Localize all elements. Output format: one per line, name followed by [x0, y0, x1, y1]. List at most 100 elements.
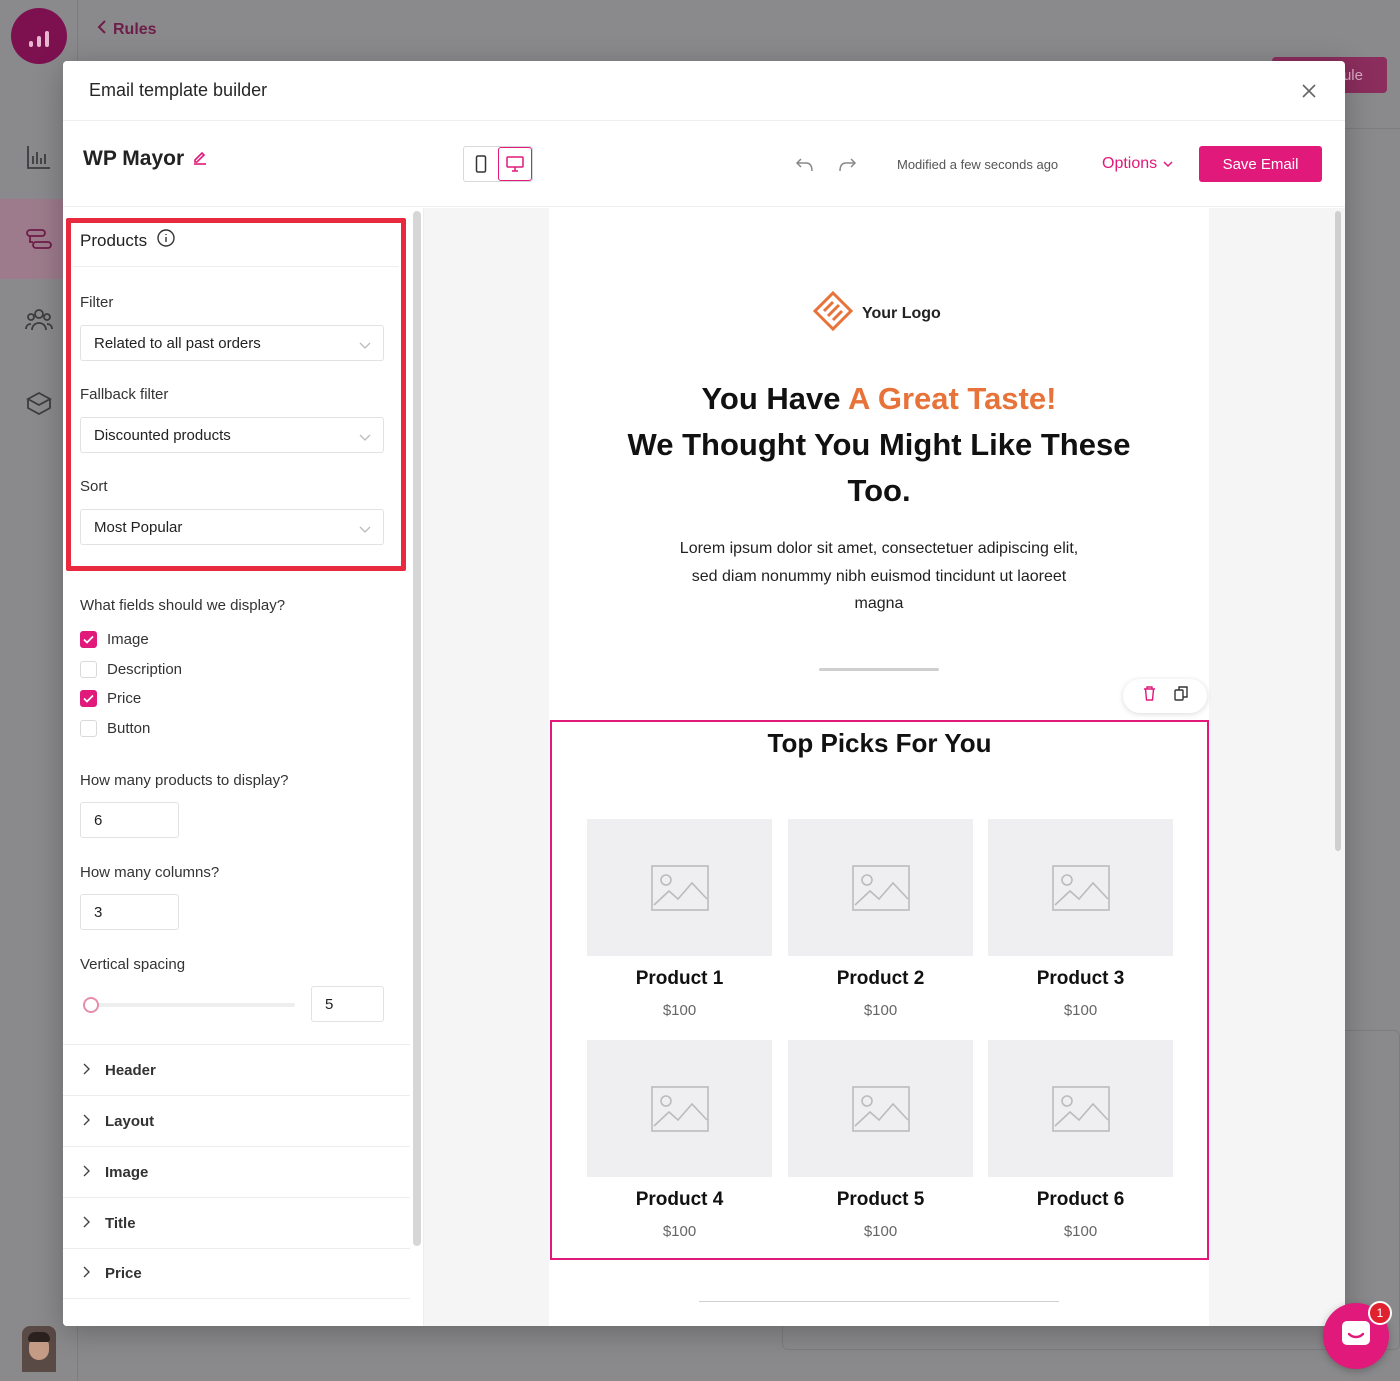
product-card[interactable]: Product 2 $100 [788, 819, 973, 1019]
fallback-filter-label: Fallback filter [80, 386, 169, 403]
product-card[interactable]: Product 3 $100 [988, 819, 1173, 1019]
product-price: $100 [863, 1223, 898, 1240]
columns-value: 3 [94, 903, 103, 921]
email-headline[interactable]: You Have A Great Taste! We Thought You M… [609, 376, 1149, 514]
spacing-slider-track[interactable] [85, 1003, 295, 1007]
chevron-right-icon [83, 1062, 91, 1079]
accordion-price[interactable]: Price [63, 1248, 410, 1299]
image-placeholder-icon [587, 1040, 772, 1177]
picks-title: Top Picks For You [767, 728, 992, 758]
accordion-label: Title [105, 1214, 136, 1232]
chevron-right-icon [83, 1164, 91, 1181]
product-card[interactable]: Product 1 $100 [587, 819, 772, 1019]
product-price: $100 [662, 1002, 697, 1019]
close-icon[interactable] [1299, 81, 1319, 101]
product-name: Product 5 [836, 1189, 925, 1210]
user-avatar[interactable] [22, 1326, 56, 1372]
product-card[interactable]: Product 4 $100 [587, 1040, 772, 1240]
logo-text: Your Logo [862, 304, 941, 322]
email-name[interactable]: WP Mayor [83, 147, 208, 171]
email-body-text[interactable]: Lorem ipsum dolor sit amet, consectetuer… [679, 535, 1079, 618]
checkbox-unchecked-icon[interactable] [80, 720, 97, 737]
field-label: Price [107, 690, 142, 707]
device-view-toggle [463, 146, 533, 182]
back-link-label: Rules [113, 20, 157, 38]
accordion-layout[interactable]: Layout [63, 1095, 410, 1146]
checkbox-checked-icon[interactable] [80, 631, 97, 648]
product-price: $100 [1063, 1223, 1098, 1240]
redo-icon[interactable] [835, 153, 859, 177]
chevron-down-icon [1163, 155, 1173, 173]
back-to-rules-link[interactable]: Rules [97, 20, 157, 39]
product-card[interactable]: Product 5 $100 [788, 1040, 973, 1240]
field-label: Description [107, 661, 183, 678]
sort-label: Sort [80, 478, 108, 495]
product-card[interactable]: Product 6 $100 [988, 1040, 1173, 1240]
accordion-header[interactable]: Header [63, 1044, 410, 1095]
info-icon[interactable] [157, 229, 175, 252]
product-name: Product 2 [836, 968, 925, 989]
sort-select-value: Most Popular [94, 518, 183, 536]
fallback-filter-select[interactable]: Discounted products [80, 417, 384, 453]
image-placeholder-icon [788, 819, 973, 956]
product-name: Product 4 [635, 1189, 724, 1210]
product-price: $100 [863, 1002, 898, 1019]
preview-scrollbar[interactable] [1335, 211, 1341, 851]
spacing-slider-handle[interactable] [83, 997, 99, 1013]
email-name-text: WP Mayor [83, 147, 185, 170]
image-placeholder-icon [587, 819, 772, 956]
products-title-text: Products [80, 230, 148, 250]
filter-select-value: Related to all past orders [94, 334, 261, 352]
modal-header: Email template builder [63, 61, 1345, 121]
product-count-value: 6 [94, 811, 103, 829]
email-divider[interactable] [819, 668, 939, 671]
trash-icon[interactable] [1143, 686, 1156, 706]
field-checkbox-description[interactable]: Description [80, 661, 182, 678]
modal-title: Email template builder [89, 80, 268, 100]
sort-select[interactable]: Most Popular [80, 509, 384, 545]
product-count-input[interactable]: 6 [80, 802, 179, 838]
columns-input[interactable]: 3 [80, 894, 179, 930]
headline-part2: We Thought You Might Like These Too. [627, 427, 1131, 508]
undo-icon[interactable] [793, 153, 817, 177]
checkbox-checked-icon[interactable] [80, 690, 97, 707]
product-recommendations-block[interactable]: Top Picks For You Product 1 $100 Product… [550, 720, 1209, 1260]
chevron-right-icon [83, 1113, 91, 1130]
products-section-title: Products [80, 229, 175, 252]
email-canvas: Your Logo You Have A Great Taste! We Tho… [549, 208, 1209, 1326]
filter-select[interactable]: Related to all past orders [80, 325, 384, 361]
chat-bubble-icon [1340, 1319, 1372, 1354]
field-checkbox-price[interactable]: Price [80, 690, 141, 707]
accordion-title[interactable]: Title [63, 1197, 410, 1248]
product-count-label: How many products to display? [80, 772, 289, 789]
field-checkbox-button[interactable]: Button [80, 720, 150, 737]
save-email-button[interactable]: Save Email [1199, 146, 1322, 182]
headline-part1: You Have [701, 381, 848, 416]
edit-pencil-icon[interactable] [192, 147, 208, 171]
accordion-image[interactable]: Image [63, 1146, 410, 1197]
settings-panel: Products Filter Related to all past orde… [63, 208, 410, 1326]
image-placeholder-icon [788, 1040, 973, 1177]
fallback-select-value: Discounted products [94, 426, 231, 444]
background-divider [1345, 128, 1400, 129]
product-price: $100 [1063, 1002, 1098, 1019]
desktop-view-icon[interactable] [498, 147, 532, 181]
checkbox-unchecked-icon[interactable] [80, 661, 97, 678]
options-dropdown[interactable]: Options [1102, 155, 1173, 173]
panel-scrollbar[interactable] [413, 211, 421, 1246]
history-controls [793, 153, 859, 177]
duplicate-icon[interactable] [1173, 686, 1188, 706]
app-logo-icon[interactable] [11, 8, 67, 64]
builder-toolbar: WP Mayor Modified a few seconds ago Opti… [63, 121, 1345, 207]
email-preview-area: Your Logo You Have A Great Taste! We Tho… [424, 208, 1345, 1326]
chevron-right-icon [83, 1215, 91, 1232]
field-checkbox-image[interactable]: Image [80, 631, 149, 648]
filter-label: Filter [80, 294, 114, 311]
email-footer-divider[interactable] [699, 1301, 1059, 1302]
mobile-view-icon[interactable] [464, 147, 498, 181]
accordion-label: Header [105, 1061, 156, 1079]
image-placeholder-icon [988, 1040, 1173, 1177]
spacing-input[interactable]: 5 [311, 986, 384, 1022]
email-logo[interactable]: Your Logo [812, 290, 941, 337]
accordion-label: Layout [105, 1112, 155, 1130]
